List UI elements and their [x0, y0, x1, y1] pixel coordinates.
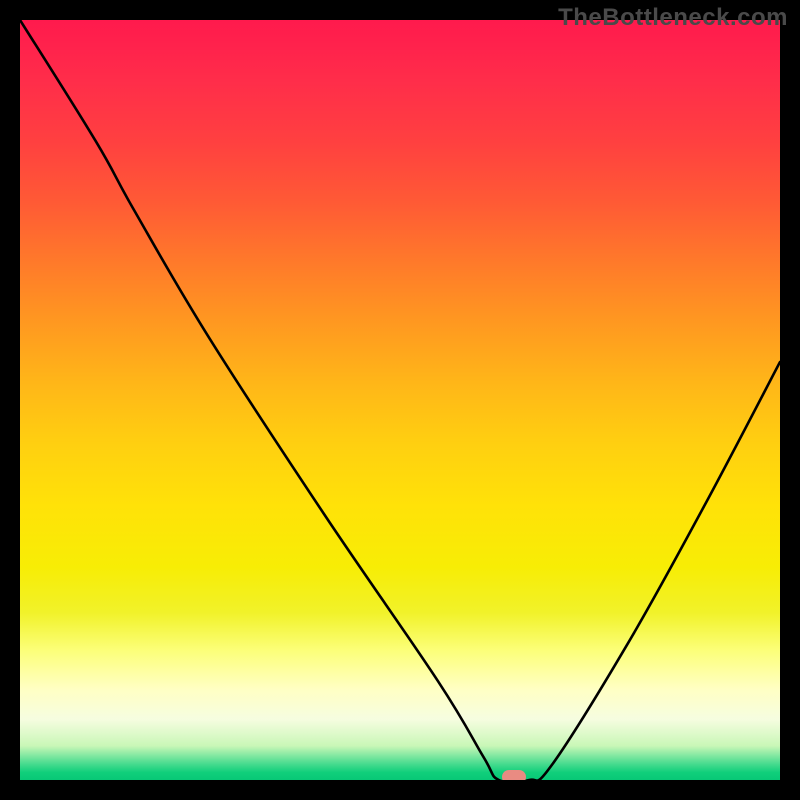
- plot-area: [20, 20, 780, 780]
- bottleneck-curve: [20, 20, 780, 780]
- chart-frame: TheBottleneck.com: [0, 0, 800, 800]
- curve-path: [20, 20, 780, 780]
- watermark-text: TheBottleneck.com: [558, 4, 788, 32]
- optimal-point-marker: [502, 770, 526, 780]
